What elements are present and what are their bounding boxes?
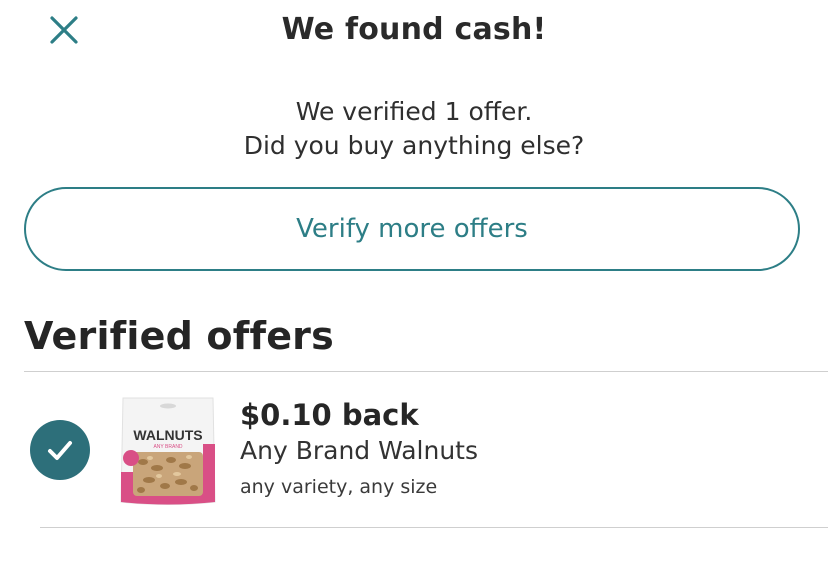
product-label: WALNUTS <box>133 427 202 443</box>
verification-message: We verified 1 offer. Did you buy anythin… <box>0 95 828 163</box>
checkmark-icon <box>48 441 72 460</box>
verify-more-offers-button[interactable]: Verify more offers <box>24 187 800 271</box>
verification-message-line2: Did you buy anything else? <box>243 131 585 160</box>
verification-message-line1: We verified 1 offer. <box>295 97 533 126</box>
verified-offers-heading: Verified offers <box>24 314 334 358</box>
offers-verified-screen: We found cash! We verified 1 offer. Did … <box>0 0 828 573</box>
product-sublabel: ANY BRAND <box>153 444 182 450</box>
offer-cashback-amount: $0.10 back <box>240 398 419 432</box>
walnuts-product-image: WALNUTS ANY BRAND <box>120 397 216 505</box>
verified-status-badge <box>30 420 90 480</box>
page-title: We found cash! <box>281 12 547 47</box>
divider <box>40 527 828 528</box>
offer-product-name: Any Brand Walnuts <box>240 436 479 465</box>
verified-offer-item[interactable]: WALNUTS ANY BRAND $0.10 back Any Brand W… <box>24 372 828 528</box>
offer-product-detail: any variety, any size <box>240 476 438 498</box>
